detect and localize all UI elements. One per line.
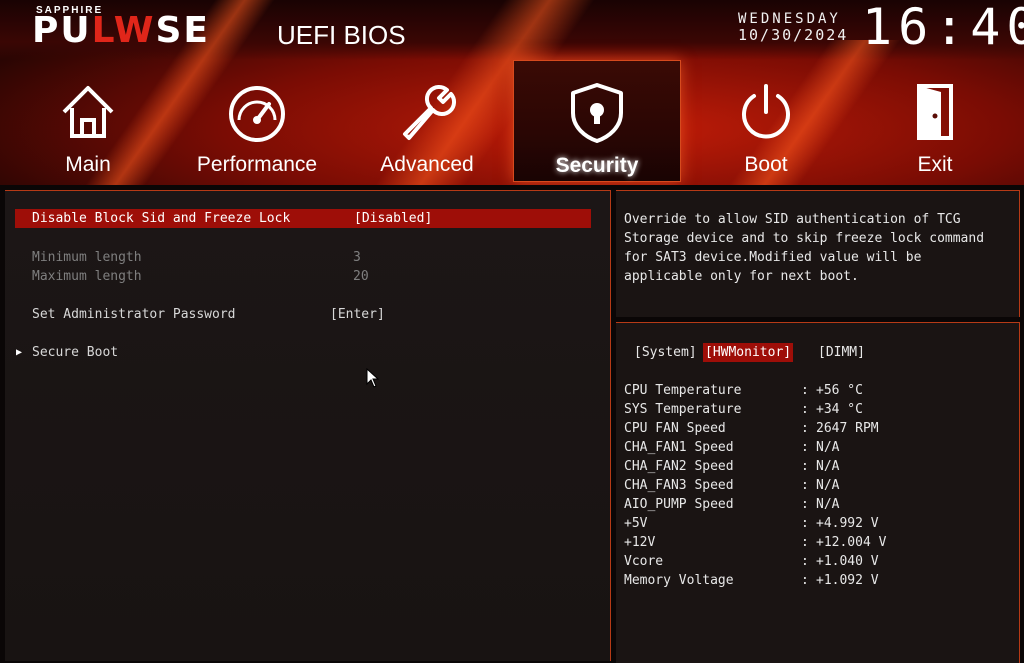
brand-pulse-logo: PULWSE [32, 13, 210, 49]
monitor-value: +12.004 V [816, 535, 887, 550]
help-panel: Override to allow SID authentication of … [616, 190, 1020, 317]
monitor-colon: : [801, 459, 809, 474]
setting-maximum-length: Maximum length 20 [15, 267, 591, 286]
speedometer-icon [229, 86, 285, 142]
monitor-colon: : [801, 535, 809, 550]
setting-value: 3 [353, 250, 361, 265]
setting-label: Maximum length [32, 269, 142, 284]
tab-label: Main [65, 153, 111, 176]
brand-logo-part: PU [32, 10, 92, 51]
monitor-value: N/A [816, 497, 840, 512]
monitor-row-cpu-temp: CPU Temperature : +56 °C [624, 381, 1004, 400]
monitor-colon: : [801, 554, 809, 569]
monitor-label: SYS Temperature [624, 402, 742, 417]
setting-label: Secure Boot [32, 345, 119, 360]
monitor-row-cha-fan3: CHA_FAN3 Speed : N/A [624, 476, 1004, 495]
monitor-colon: : [801, 421, 809, 436]
monitor-label: Vcore [624, 554, 664, 569]
tab-label: Exit [917, 153, 953, 176]
tab-label: Boot [744, 153, 788, 176]
monitor-tab-system[interactable]: [System] [632, 343, 699, 362]
setting-minimum-length: Minimum length 3 [15, 248, 591, 267]
monitor-colon: : [801, 478, 809, 493]
monitor-label: CHA_FAN2 Speed [624, 459, 734, 474]
shield-lock-icon [571, 83, 623, 143]
monitor-colon: : [801, 402, 809, 417]
monitor-tab-hwmonitor[interactable]: [HWMonitor] [703, 343, 794, 362]
power-icon [742, 84, 790, 139]
monitor-colon: : [801, 440, 809, 455]
tab-label: Advanced [380, 153, 474, 176]
settings-panel: Disable Block Sid and Freeze Lock [Disab… [5, 190, 611, 661]
uefi-bios-title: UEFI BIOS [277, 20, 406, 50]
monitor-label: +5V [624, 516, 648, 531]
help-description: Override to allow SID authentication of … [624, 212, 985, 284]
header-bar: SAPPHIRE PULWSE UEFI BIOS WEDNESDAY 10/3… [0, 0, 1024, 185]
tab-performance[interactable]: Performance [174, 60, 340, 180]
monitor-label: CPU Temperature [624, 383, 742, 398]
monitor-row-12v: +12V : +12.004 V [624, 533, 1004, 552]
monitor-value: +4.992 V [816, 516, 879, 531]
setting-admin-password[interactable]: Set Administrator Password [Enter] [15, 305, 591, 324]
setting-value[interactable]: [Enter] [330, 305, 385, 324]
monitor-colon: : [801, 383, 809, 398]
monitor-colon: : [801, 573, 809, 588]
mouse-cursor-icon [366, 368, 380, 388]
monitor-row-aio-pump: AIO_PUMP Speed : N/A [624, 495, 1004, 514]
monitor-value: N/A [816, 459, 840, 474]
monitor-row-vcore: Vcore : +1.040 V [624, 552, 1004, 571]
monitor-tab-dimm[interactable]: [DIMM] [816, 343, 867, 362]
brand-logo-wave: LW [91, 10, 156, 51]
monitor-label: +12V [624, 535, 656, 550]
monitor-row-5v: +5V : +4.992 V [624, 514, 1004, 533]
exit-door-icon [917, 84, 953, 140]
tab-security[interactable]: Security [513, 60, 681, 182]
day-of-week: WEDNESDAY [738, 11, 841, 27]
clock-time: 16:40 [862, 0, 1024, 56]
wrench-icon [403, 84, 457, 140]
monitor-value: 2647 RPM [816, 421, 879, 436]
setting-label: Minimum length [32, 250, 142, 265]
tab-label: Performance [196, 153, 318, 176]
submenu-arrow-icon: ▶ [16, 347, 23, 358]
monitor-value: +34 °C [816, 402, 863, 417]
monitor-row-cha-fan1: CHA_FAN1 Speed : N/A [624, 438, 1004, 457]
hardware-monitor-panel: [System] [HWMonitor] [DIMM] CPU Temperat… [616, 322, 1020, 663]
monitor-label: CPU FAN Speed [624, 421, 726, 436]
monitor-value: +1.092 V [816, 573, 879, 588]
monitor-row-cpu-fan: CPU FAN Speed : 2647 RPM [624, 419, 1004, 438]
setting-label: Set Administrator Password [32, 307, 236, 322]
monitor-row-sys-temp: SYS Temperature : +34 °C [624, 400, 1004, 419]
monitor-row-cha-fan2: CHA_FAN2 Speed : N/A [624, 457, 1004, 476]
monitor-label: Memory Voltage [624, 573, 734, 588]
monitor-colon: : [801, 516, 809, 531]
setting-value[interactable]: [Disabled] [354, 209, 432, 228]
setting-disable-block-sid[interactable]: Disable Block Sid and Freeze Lock [Disab… [15, 209, 591, 228]
monitor-value: +56 °C [816, 383, 863, 398]
brand-logo-part: SE [155, 10, 211, 51]
monitor-colon: : [801, 497, 809, 512]
tab-main[interactable]: Main [5, 60, 171, 180]
monitor-value: N/A [816, 440, 840, 455]
current-date: 10/30/2024 [738, 26, 849, 44]
monitor-value: N/A [816, 478, 840, 493]
monitor-label: CHA_FAN1 Speed [624, 440, 734, 455]
setting-value: 20 [353, 269, 369, 284]
tab-boot[interactable]: Boot [683, 60, 849, 180]
monitor-row-memory-voltage: Memory Voltage : +1.092 V [624, 571, 1004, 590]
tab-exit[interactable]: Exit [852, 60, 1018, 180]
tab-advanced[interactable]: Advanced [344, 60, 510, 180]
tab-label: Security [555, 154, 639, 177]
monitor-label: AIO_PUMP Speed [624, 497, 734, 512]
setting-label: Disable Block Sid and Freeze Lock [32, 211, 291, 226]
monitor-label: CHA_FAN3 Speed [624, 478, 734, 493]
monitor-value: +1.040 V [816, 554, 879, 569]
home-icon [62, 86, 114, 138]
submenu-secure-boot[interactable]: ▶ Secure Boot [15, 343, 591, 362]
